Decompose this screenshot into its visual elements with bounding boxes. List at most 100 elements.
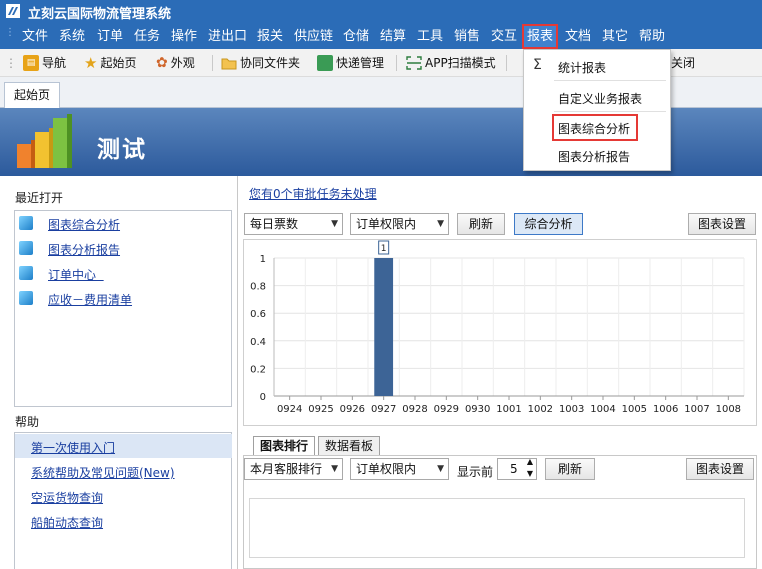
recent-item-order-center[interactable]: 订单中心 bbox=[48, 266, 104, 283]
nav-button[interactable]: ▤ 导航 bbox=[23, 54, 66, 72]
chevron-down-icon: ▼ bbox=[331, 219, 338, 229]
menu-system[interactable]: 系统 bbox=[56, 26, 88, 47]
x-tick-label: 1005 bbox=[622, 404, 647, 415]
nav-label: 导航 bbox=[42, 56, 67, 70]
express-icon bbox=[317, 55, 333, 71]
x-tick-label: 0924 bbox=[277, 404, 302, 415]
spin-down-icon[interactable]: ▼ bbox=[527, 468, 533, 480]
navigation-icon: ▤ bbox=[23, 55, 39, 71]
toolbar-divider bbox=[212, 55, 213, 71]
menu-item-chart-analysis[interactable]: 图表综合分析 bbox=[558, 120, 630, 137]
refresh-button[interactable]: 刷新 bbox=[457, 213, 505, 235]
menu-item-chart-report[interactable]: 图表分析报告 bbox=[558, 148, 630, 165]
recent-list bbox=[14, 210, 232, 407]
chevron-down-icon: ▼ bbox=[331, 464, 338, 474]
shared-folder-button[interactable]: 协同文件夹 bbox=[221, 54, 300, 72]
menu-sales[interactable]: 销售 bbox=[451, 26, 483, 47]
rank-chart-settings-button[interactable]: 图表设置 bbox=[686, 458, 754, 480]
x-tick-label: 1003 bbox=[559, 404, 584, 415]
recent-item-chart-analysis[interactable]: 图表综合分析 bbox=[48, 216, 120, 233]
chart-settings-button[interactable]: 图表设置 bbox=[688, 213, 756, 235]
menu-import-export[interactable]: 进出口 bbox=[205, 26, 250, 47]
x-tick-label: 0928 bbox=[402, 404, 427, 415]
menu-item-custom-report[interactable]: 自定义业务报表 bbox=[558, 90, 642, 107]
menu-interaction[interactable]: 交互 bbox=[488, 26, 520, 47]
menu-other[interactable]: 其它 bbox=[599, 26, 631, 47]
express-label: 快递管理 bbox=[336, 56, 385, 70]
rank-scope-select-value: 订单权限内 bbox=[356, 462, 417, 476]
menu-help[interactable]: 帮助 bbox=[636, 26, 668, 47]
show-top-stepper[interactable]: 5 ▲ ▼ bbox=[497, 456, 537, 480]
x-tick-label: 0927 bbox=[371, 404, 396, 415]
chevron-down-icon: ▼ bbox=[437, 219, 444, 229]
scope-select-value: 订单权限内 bbox=[356, 217, 417, 231]
help-item-air-cargo[interactable]: 空运货物查询 bbox=[31, 489, 103, 506]
x-tick-label: 1001 bbox=[496, 404, 521, 415]
recent-title: 最近打开 bbox=[15, 191, 64, 205]
bar bbox=[374, 258, 394, 396]
x-tick-label: 0925 bbox=[308, 404, 333, 415]
rank-scope-select[interactable]: 订单权限内 ▼ bbox=[350, 458, 449, 480]
menu-customs[interactable]: 报关 bbox=[254, 26, 286, 47]
tab-start-page[interactable]: 起始页 bbox=[4, 82, 60, 109]
menu-operation[interactable]: 操作 bbox=[168, 26, 200, 47]
menu-warehouse[interactable]: 仓储 bbox=[340, 26, 372, 47]
cube-icon bbox=[19, 291, 33, 305]
toolbar-divider bbox=[506, 55, 507, 71]
express-button[interactable]: 快递管理 bbox=[317, 54, 384, 72]
menu-task[interactable]: 任务 bbox=[131, 26, 163, 47]
close-label: 关闭 bbox=[671, 56, 696, 70]
scope-select[interactable]: 订单权限内 ▼ bbox=[350, 213, 449, 235]
scan-icon bbox=[406, 56, 422, 70]
close-button[interactable]: 关闭 bbox=[671, 54, 695, 72]
x-tick-label: 0926 bbox=[340, 404, 365, 415]
app-scan-button[interactable]: APP扫描模式 bbox=[406, 54, 496, 72]
menu-item-statistics-report[interactable]: 统计报表 bbox=[558, 59, 606, 76]
analysis-button[interactable]: 综合分析 bbox=[514, 213, 583, 235]
spin-up-icon[interactable]: ▲ bbox=[527, 456, 533, 468]
reports-dropdown: Σ 统计报表 自定义业务报表 图表综合分析 图表分析报告 bbox=[523, 49, 671, 171]
toolbar-grip-icon: ⋮ bbox=[5, 56, 17, 70]
menu-tools[interactable]: 工具 bbox=[414, 26, 446, 47]
menu-divider bbox=[554, 80, 666, 81]
recent-item-receivables[interactable]: 应收－费用清单 bbox=[48, 291, 132, 308]
y-tick-label: 0.4 bbox=[250, 337, 266, 348]
menu-file[interactable]: 文件 bbox=[19, 26, 51, 47]
metric-select-value: 每日票数 bbox=[250, 217, 299, 231]
menu-documents[interactable]: 文档 bbox=[562, 26, 594, 47]
menu-settlement[interactable]: 结算 bbox=[377, 26, 409, 47]
cube-icon bbox=[19, 216, 33, 230]
help-item-vessel-tracking[interactable]: 船舶动态查询 bbox=[31, 514, 103, 531]
appearance-button[interactable]: ✿ 外观 bbox=[156, 54, 195, 72]
menu-order[interactable]: 订单 bbox=[94, 26, 126, 47]
start-page-button[interactable]: ★ 起始页 bbox=[84, 54, 136, 72]
shared-folder-label: 协同文件夹 bbox=[240, 56, 301, 70]
help-item-getting-started[interactable]: 第一次使用入门 bbox=[31, 439, 115, 456]
chart-panel: 0 0.2 0.4 0.6 0.8 1 0924 0925 0926 0927 1 0928 0929 0… bbox=[243, 239, 757, 426]
menu-supply-chain[interactable]: 供应链 bbox=[291, 26, 336, 47]
menu-grip-icon: ⋮ bbox=[5, 27, 15, 38]
tab-dashboard[interactable]: 数据看板 bbox=[318, 436, 381, 456]
pending-approvals-link[interactable]: 您有0个审批任务未处理 bbox=[249, 185, 377, 202]
x-tick-label: 0930 bbox=[465, 404, 490, 415]
app-logo-icon bbox=[6, 4, 20, 18]
metric-select[interactable]: 每日票数 ▼ bbox=[244, 213, 343, 235]
help-item-faq[interactable]: 系统帮助及常见问题(New) bbox=[31, 464, 175, 481]
y-tick-label: 0 bbox=[260, 392, 266, 403]
rank-refresh-button[interactable]: 刷新 bbox=[545, 458, 595, 480]
toolbar-divider bbox=[396, 55, 397, 71]
data-label: 1 bbox=[381, 244, 387, 254]
appearance-label: 外观 bbox=[170, 56, 195, 70]
recent-item-chart-report[interactable]: 图表分析报告 bbox=[48, 241, 120, 258]
show-top-label: 显示前 bbox=[457, 465, 494, 479]
tab-chart-ranking[interactable]: 图表排行 bbox=[253, 436, 316, 456]
start-label: 起始页 bbox=[100, 56, 137, 70]
x-tick-label: 1007 bbox=[684, 404, 709, 415]
ranking-chart-area bbox=[249, 498, 745, 558]
rank-select[interactable]: 本月客服排行 ▼ bbox=[244, 458, 343, 480]
menu-reports[interactable]: 报表 bbox=[521, 24, 559, 49]
app-scan-label: APP扫描模式 bbox=[425, 56, 496, 70]
folder-icon bbox=[221, 58, 237, 70]
y-tick-label: 0.8 bbox=[250, 282, 266, 293]
bar-chart-logo-icon bbox=[17, 114, 72, 168]
